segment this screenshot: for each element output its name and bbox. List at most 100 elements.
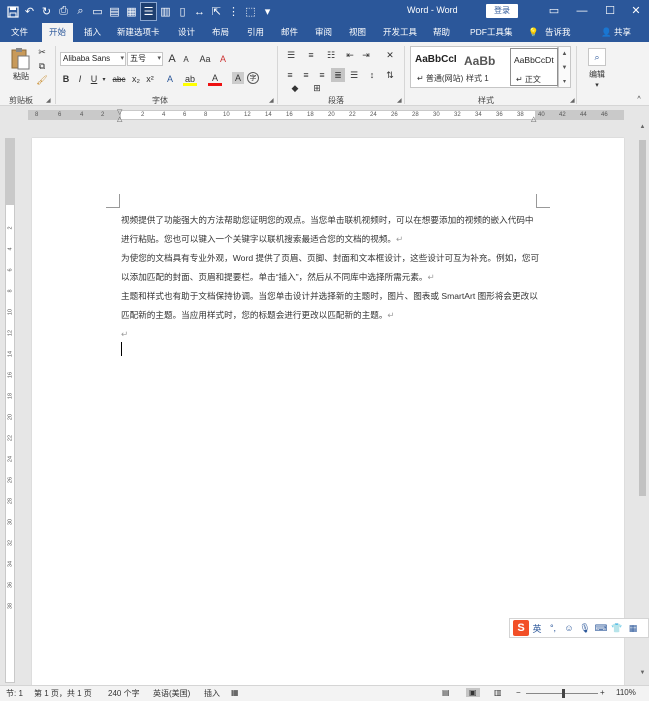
status-word-count[interactable]: 240 个字: [108, 688, 140, 699]
split-view-icon[interactable]: ▥: [157, 2, 174, 21]
decrease-indent-icon[interactable]: ⇤: [343, 48, 357, 62]
document-view-icon[interactable]: ☰: [140, 2, 157, 21]
ribbon-display-icon[interactable]: ▭: [540, 0, 568, 23]
punctuation-icon[interactable]: °,: [545, 623, 561, 633]
print-layout-icon[interactable]: ▣: [466, 688, 480, 697]
search-icon[interactable]: ⌕: [588, 48, 606, 66]
vertical-scrollbar[interactable]: ▲ ▼: [636, 122, 649, 685]
right-indent-marker[interactable]: △: [531, 115, 536, 123]
distributed-icon[interactable]: ☰: [347, 68, 361, 82]
tab-pdf-tools[interactable]: PDF工具集: [470, 23, 513, 42]
font-color-button[interactable]: A: [208, 72, 222, 86]
tab-help[interactable]: 帮助: [433, 23, 450, 42]
tab-share[interactable]: 共享: [614, 23, 631, 42]
macro-record-icon[interactable]: ▦: [231, 688, 239, 697]
copy-icon[interactable]: ⧉: [36, 60, 48, 72]
line-spacing-icon[interactable]: ↕: [365, 68, 379, 82]
status-page[interactable]: 第 1 页，共 1 页: [34, 688, 92, 699]
superscript-button[interactable]: x²: [144, 72, 156, 86]
numbering-icon[interactable]: ≡: [303, 48, 319, 62]
customize-qat-icon[interactable]: ▾: [259, 2, 276, 21]
zoom-slider-thumb[interactable]: [562, 689, 565, 698]
format-painter-icon[interactable]: 🖌: [36, 74, 48, 86]
tab-tell-me[interactable]: 告诉我: [545, 23, 571, 42]
strikethrough-button[interactable]: abc: [110, 72, 128, 86]
print-preview-icon[interactable]: ⎙: [55, 2, 72, 21]
tab-new-tab[interactable]: 新建选项卡: [117, 23, 160, 42]
enclose-char-button[interactable]: 字: [247, 72, 259, 84]
grow-font-button[interactable]: A: [166, 52, 178, 66]
skin-icon[interactable]: 👕: [609, 623, 625, 634]
borders-icon[interactable]: ⊞: [310, 82, 324, 94]
font-name-combo[interactable]: Alibaba Sans ▾: [60, 52, 126, 66]
ime-logo[interactable]: S: [513, 620, 529, 636]
draw-table-icon[interactable]: ▤: [106, 2, 123, 21]
sort-icon[interactable]: ⇅: [383, 68, 397, 82]
style-1[interactable]: AaBb 样式 1: [461, 48, 509, 86]
find-icon[interactable]: ⌕: [72, 2, 89, 21]
paste-icon[interactable]: [8, 46, 32, 72]
chevron-down-icon[interactable]: ▼: [559, 61, 570, 75]
status-language[interactable]: 英语(美国): [153, 688, 190, 699]
chinese-layout-icon[interactable]: ✕: [383, 48, 397, 62]
zoom-in-button[interactable]: +: [600, 688, 605, 697]
chevron-down-icon[interactable]: ▾: [592, 80, 602, 90]
microphone-icon[interactable]: 🎙: [577, 623, 593, 634]
undo-icon[interactable]: ↶: [21, 2, 38, 21]
underline-button[interactable]: U: [88, 72, 100, 86]
image-icon[interactable]: ▦: [123, 2, 140, 21]
list-icon[interactable]: ⋮: [225, 2, 242, 21]
select-icon[interactable]: ⬚: [242, 2, 259, 21]
save-icon[interactable]: [4, 2, 21, 21]
read-mode-icon[interactable]: ▤: [442, 688, 450, 697]
bullets-icon[interactable]: ☰: [283, 48, 299, 62]
redo-icon[interactable]: ↻: [38, 2, 55, 21]
open-folder-icon[interactable]: ▭: [89, 2, 106, 21]
align-center-icon[interactable]: ≡: [299, 68, 313, 82]
scroll-down-icon[interactable]: ▼: [636, 670, 649, 682]
ime-language[interactable]: 英: [529, 622, 545, 635]
hanging-indent-marker[interactable]: △: [117, 115, 122, 123]
paste-button[interactable]: 粘贴: [8, 70, 34, 82]
style-body[interactable]: AaBbCcDt ↵ 正文: [510, 48, 558, 86]
tab-developer[interactable]: 开发工具: [383, 23, 417, 42]
change-case-button[interactable]: Aa: [196, 52, 214, 66]
close-icon[interactable]: ✕: [622, 0, 649, 23]
italic-button[interactable]: I: [74, 72, 86, 86]
editing-button[interactable]: 编辑: [584, 68, 610, 80]
status-insert-mode[interactable]: 插入: [204, 688, 220, 699]
width-icon[interactable]: ↔: [191, 2, 208, 21]
tab-design[interactable]: 设计: [178, 23, 195, 42]
subscript-button[interactable]: x₂: [130, 72, 142, 86]
tab-references[interactable]: 引用: [247, 23, 264, 42]
login-button[interactable]: 登录: [486, 4, 518, 18]
keyboard-icon[interactable]: ⌨: [593, 623, 609, 634]
font-size-combo[interactable]: 五号 ▾: [127, 52, 163, 66]
tab-review[interactable]: 审阅: [315, 23, 332, 42]
share-user-icon[interactable]: 👤: [601, 23, 612, 42]
tab-home[interactable]: 开始: [42, 23, 74, 42]
multilevel-list-icon[interactable]: ☷: [323, 48, 339, 62]
justify-icon[interactable]: ≣: [331, 68, 345, 82]
status-section[interactable]: 节: 1: [6, 688, 23, 699]
font-launcher-icon[interactable]: ◢: [269, 97, 274, 104]
tab-mailings[interactable]: 邮件: [281, 23, 298, 42]
scroll-up-icon[interactable]: ▲: [636, 124, 649, 136]
collapse-ribbon-icon[interactable]: ^: [634, 94, 644, 104]
align-right-icon[interactable]: ≡: [315, 68, 329, 82]
increase-indent-icon[interactable]: ⇥: [359, 48, 373, 62]
minimize-icon[interactable]: —: [568, 0, 596, 23]
styles-launcher-icon[interactable]: ◢: [570, 97, 575, 104]
underline-dropdown-icon[interactable]: ▾: [100, 72, 108, 86]
more-styles-icon[interactable]: ▾: [559, 75, 570, 89]
web-layout-icon[interactable]: ▥: [494, 688, 502, 697]
zoom-level[interactable]: 110%: [616, 688, 636, 697]
text-effects-button[interactable]: A: [163, 72, 177, 86]
shading-icon[interactable]: ◆: [288, 82, 302, 94]
clipboard-launcher-icon[interactable]: ◢: [46, 97, 51, 104]
style-normal-web[interactable]: AaBbCcI ↵ 普通(网站): [412, 48, 463, 86]
clear-format-button[interactable]: A: [217, 52, 229, 66]
paragraph-launcher-icon[interactable]: ◢: [397, 97, 402, 104]
tell-me-lightbulb-icon[interactable]: 💡: [528, 23, 539, 42]
pointer-icon[interactable]: ⇱: [208, 2, 225, 21]
